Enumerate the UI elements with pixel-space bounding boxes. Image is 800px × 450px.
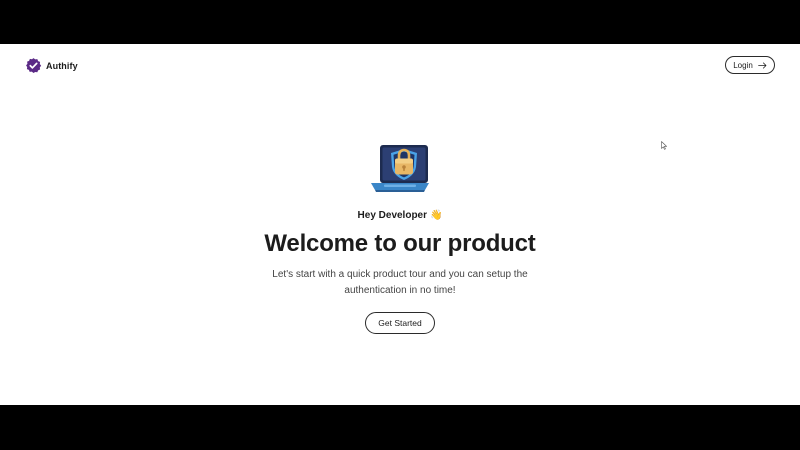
get-started-button[interactable]: Get Started xyxy=(365,312,435,334)
badge-check-icon xyxy=(26,58,42,73)
waving-hand-icon: 👋 xyxy=(430,210,443,221)
page: Authify Login Hey Developer 👋 Welcome to… xyxy=(0,44,800,405)
page-title: Welcome to our product xyxy=(264,230,536,257)
greeting-text: Hey Developer xyxy=(357,210,428,221)
laptop-lock-illustration xyxy=(371,145,429,192)
login-button[interactable]: Login xyxy=(725,56,775,74)
header: Authify Login xyxy=(0,44,800,88)
letterbox-top xyxy=(0,0,800,44)
get-started-label: Get Started xyxy=(378,318,422,328)
letterbox-bottom xyxy=(0,405,800,450)
login-label: Login xyxy=(733,60,753,70)
greeting: Hey Developer 👋 xyxy=(0,209,800,223)
hero: Hey Developer 👋 Welcome to our product Le… xyxy=(0,139,800,334)
hero-subtitle: Let's start with a quick product tour an… xyxy=(272,269,528,296)
brand-name: Authify xyxy=(46,60,78,71)
brand[interactable]: Authify xyxy=(25,57,78,74)
arrow-right-icon xyxy=(757,61,767,69)
